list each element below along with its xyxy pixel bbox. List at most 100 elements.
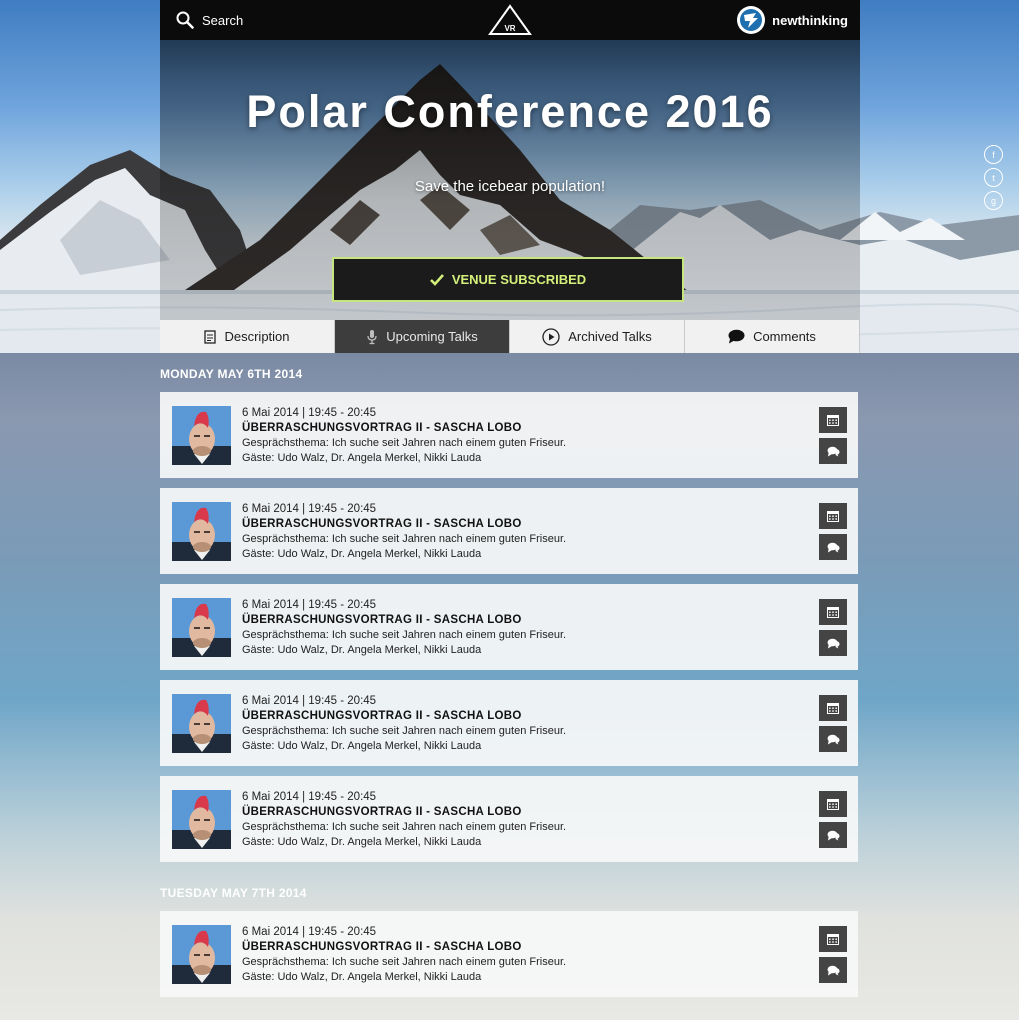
- facebook-icon[interactable]: f: [984, 145, 1003, 164]
- talk-guests: Gäste: Udo Walz, Dr. Angela Merkel, Nikk…: [242, 644, 482, 656]
- talk-title[interactable]: ÜBERRASCHUNGSVORTRAG II - SASCHA LOBO: [242, 421, 566, 436]
- talk-card[interactable]: 6 Mai 2014 | 19:45 - 20:45 ÜBERRASCHUNGS…: [160, 911, 858, 997]
- speaker-avatar: [172, 406, 231, 465]
- newthinking-logo-icon: [737, 6, 766, 34]
- day-header: TUESDAY MAY 7TH 2014: [160, 886, 307, 900]
- talk-title[interactable]: ÜBERRASCHUNGSVORTRAG II - SASCHA LOBO: [242, 940, 566, 955]
- talk-title[interactable]: ÜBERRASCHUNGSVORTRAG II - SASCHA LOBO: [242, 709, 566, 724]
- talk-title[interactable]: ÜBERRASCHUNGSVORTRAG II - SASCHA LOBO: [242, 517, 566, 532]
- comment-icon: [728, 329, 745, 344]
- talk-details: 6 Mai 2014 | 19:45 - 20:45 ÜBERRASCHUNGS…: [242, 502, 566, 562]
- talk-time: 6 Mai 2014 | 19:45 - 20:45: [242, 407, 377, 419]
- search-button[interactable]: Search: [160, 11, 243, 29]
- talk-topic: Gesprächsthema: Ich suche seit Jahren na…: [242, 533, 567, 545]
- talk-time: 6 Mai 2014 | 19:45 - 20:45: [242, 695, 377, 707]
- talk-comments-button[interactable]: [819, 822, 847, 848]
- add-to-calendar-button[interactable]: [819, 926, 847, 952]
- talk-guests: Gäste: Udo Walz, Dr. Angela Merkel, Nikk…: [242, 971, 482, 983]
- talk-card[interactable]: 6 Mai 2014 | 19:45 - 20:45 ÜBERRASCHUNGS…: [160, 776, 858, 862]
- comment-icon: [827, 638, 839, 648]
- talk-details: 6 Mai 2014 | 19:45 - 20:45 ÜBERRASCHUNGS…: [242, 925, 566, 985]
- speaker-avatar: [172, 790, 231, 849]
- tab-upcoming-talks[interactable]: Upcoming Talks: [335, 320, 510, 353]
- talk-details: 6 Mai 2014 | 19:45 - 20:45 ÜBERRASCHUNGS…: [242, 790, 566, 850]
- talk-comments-button[interactable]: [819, 438, 847, 464]
- venue-subscribed-button[interactable]: VENUE SUBSCRIBED: [332, 257, 684, 302]
- talk-card[interactable]: 6 Mai 2014 | 19:45 - 20:45 ÜBERRASCHUNGS…: [160, 680, 858, 766]
- talk-details: 6 Mai 2014 | 19:45 - 20:45 ÜBERRASCHUNGS…: [242, 406, 566, 466]
- speaker-photo: [172, 694, 231, 753]
- talk-title[interactable]: ÜBERRASCHUNGSVORTRAG II - SASCHA LOBO: [242, 613, 566, 628]
- subscribe-label: VENUE SUBSCRIBED: [451, 272, 587, 287]
- talk-details: 6 Mai 2014 | 19:45 - 20:45 ÜBERRASCHUNGS…: [242, 598, 566, 658]
- search-label: Search: [202, 12, 244, 28]
- talk-topic: Gesprächsthema: Ich suche seit Jahren na…: [242, 629, 567, 641]
- talk-topic: Gesprächsthema: Ich suche seit Jahren na…: [242, 956, 567, 968]
- calendar-icon: [827, 799, 839, 810]
- speaker-photo: [172, 502, 231, 561]
- add-to-calendar-button[interactable]: [819, 791, 847, 817]
- microphone-icon: [367, 329, 377, 344]
- speaker-avatar: [172, 598, 231, 657]
- vr-logo[interactable]: VR: [487, 3, 533, 37]
- calendar-icon: [827, 703, 839, 714]
- tab-description-label: Description: [224, 329, 290, 344]
- page-title: Polar Conference 2016: [246, 86, 774, 137]
- add-to-calendar-button[interactable]: [819, 695, 847, 721]
- talk-guests: Gäste: Udo Walz, Dr. Angela Merkel, Nikk…: [242, 452, 482, 464]
- talk-card[interactable]: 6 Mai 2014 | 19:45 - 20:45 ÜBERRASCHUNGS…: [160, 584, 858, 670]
- talk-comments-button[interactable]: [819, 726, 847, 752]
- vr-logo-text: VR: [504, 24, 515, 33]
- talk-guests: Gäste: Udo Walz, Dr. Angela Merkel, Nikk…: [242, 836, 482, 848]
- social-share-bar: f t g: [984, 145, 1004, 210]
- tab-archived-talks-label: Archived Talks: [568, 329, 652, 344]
- document-icon: [204, 329, 217, 344]
- talk-time: 6 Mai 2014 | 19:45 - 20:45: [242, 599, 377, 611]
- speaker-photo: [172, 598, 231, 657]
- talk-topic: Gesprächsthema: Ich suche seit Jahren na…: [242, 437, 567, 449]
- newthinking-logo[interactable]: newthinking: [736, 5, 860, 35]
- calendar-icon: [827, 511, 839, 522]
- comment-icon: [827, 965, 839, 975]
- comment-icon: [827, 830, 839, 840]
- speaker-photo: [172, 406, 231, 465]
- speaker-photo: [172, 925, 231, 984]
- page-subtitle: Save the icebear population!: [414, 178, 606, 195]
- talk-guests: Gäste: Udo Walz, Dr. Angela Merkel, Nikk…: [242, 548, 482, 560]
- add-to-calendar-button[interactable]: [819, 407, 847, 433]
- calendar-icon: [827, 415, 839, 426]
- brand-name: newthinking: [772, 12, 848, 28]
- top-navigation-bar: Search VR newthinking: [160, 0, 860, 40]
- google-plus-icon[interactable]: g: [984, 191, 1003, 210]
- talk-card[interactable]: 6 Mai 2014 | 19:45 - 20:45 ÜBERRASCHUNGS…: [160, 392, 858, 478]
- talk-time: 6 Mai 2014 | 19:45 - 20:45: [242, 791, 377, 803]
- speaker-photo: [172, 790, 231, 849]
- tab-upcoming-talks-label: Upcoming Talks: [386, 329, 478, 344]
- calendar-icon: [827, 934, 839, 945]
- tab-description[interactable]: Description: [160, 320, 335, 353]
- search-icon: [176, 11, 194, 29]
- tab-archived-talks[interactable]: Archived Talks: [510, 320, 685, 353]
- talk-details: 6 Mai 2014 | 19:45 - 20:45 ÜBERRASCHUNGS…: [242, 694, 566, 754]
- play-icon: [542, 327, 560, 346]
- calendar-icon: [827, 607, 839, 618]
- tab-comments[interactable]: Comments: [685, 320, 859, 353]
- talk-guests: Gäste: Udo Walz, Dr. Angela Merkel, Nikk…: [242, 740, 482, 752]
- tab-comments-label: Comments: [753, 329, 816, 344]
- add-to-calendar-button[interactable]: [819, 503, 847, 529]
- twitter-icon[interactable]: t: [984, 168, 1003, 187]
- speaker-avatar: [172, 502, 231, 561]
- talk-comments-button[interactable]: [819, 630, 847, 656]
- talk-card[interactable]: 6 Mai 2014 | 19:45 - 20:45 ÜBERRASCHUNGS…: [160, 488, 858, 574]
- talk-title[interactable]: ÜBERRASCHUNGSVORTRAG II - SASCHA LOBO: [242, 805, 566, 820]
- talk-topic: Gesprächsthema: Ich suche seit Jahren na…: [242, 725, 567, 737]
- comment-icon: [827, 542, 839, 552]
- comment-icon: [827, 446, 839, 456]
- talk-time: 6 Mai 2014 | 19:45 - 20:45: [242, 503, 377, 515]
- day-header: MONDAY MAY 6TH 2014: [160, 367, 303, 381]
- talk-comments-button[interactable]: [819, 957, 847, 983]
- add-to-calendar-button[interactable]: [819, 599, 847, 625]
- talk-comments-button[interactable]: [819, 534, 847, 560]
- speaker-avatar: [172, 694, 231, 753]
- talk-time: 6 Mai 2014 | 19:45 - 20:45: [242, 926, 377, 938]
